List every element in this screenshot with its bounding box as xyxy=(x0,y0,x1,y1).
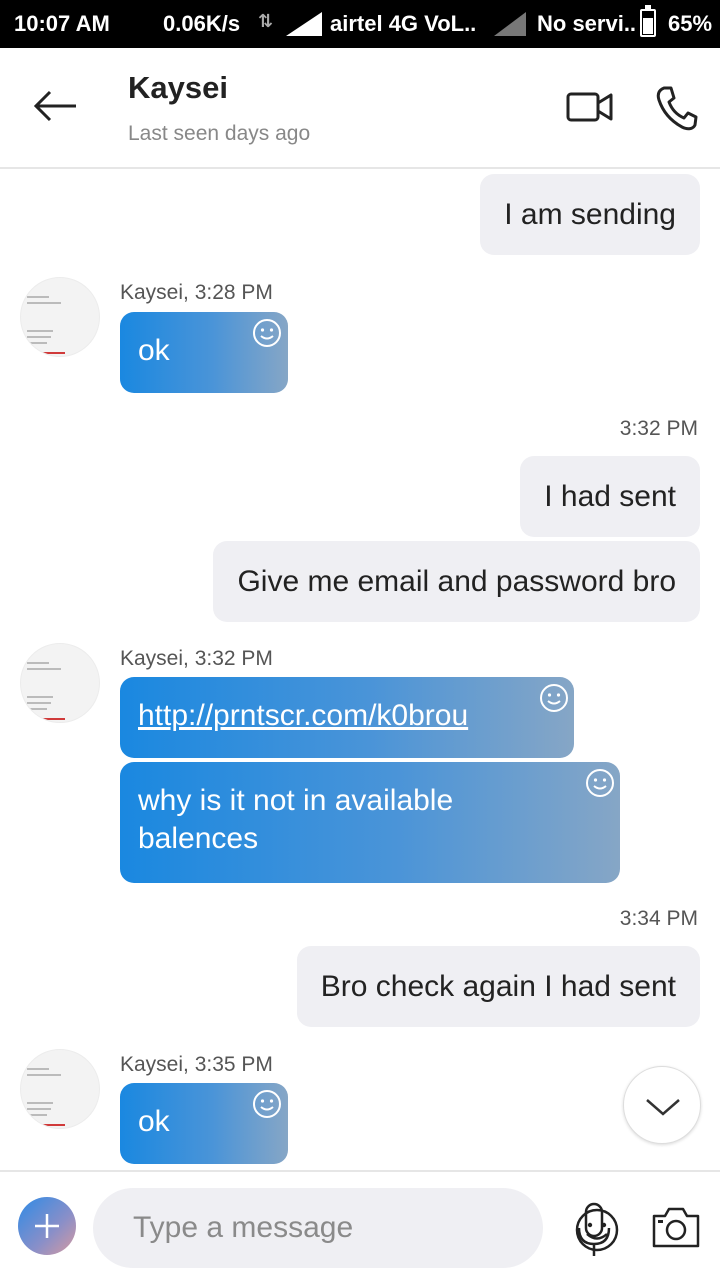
chevron-down-icon xyxy=(646,1099,680,1116)
react-smiley-icon[interactable] xyxy=(585,768,615,798)
message-text: I had sent xyxy=(544,479,676,513)
message-text-line-2: balences xyxy=(138,822,259,855)
battery-percent: 65% xyxy=(668,11,713,36)
camera-icon[interactable] xyxy=(650,1204,702,1250)
status-carrier: airtel 4G VoL.. xyxy=(330,11,477,36)
back-arrow-icon[interactable] xyxy=(30,84,80,128)
incoming-message[interactable]: ok xyxy=(120,312,288,393)
outgoing-message[interactable]: I had sent xyxy=(520,456,700,537)
message-text: Give me email and password bro xyxy=(237,564,676,598)
outgoing-message[interactable]: Bro check again I had sent xyxy=(296,946,700,1027)
plus-icon xyxy=(35,1214,59,1238)
react-smiley-icon[interactable] xyxy=(539,683,569,713)
message-text: Bro check again I had sent xyxy=(320,969,676,1003)
sender-timestamp: Kaysei, 3:28 PM xyxy=(120,281,273,304)
message-text: I am sending xyxy=(504,197,676,231)
avatar[interactable] xyxy=(20,643,100,723)
status-net-speed: 0.06K/s xyxy=(163,11,241,36)
signal-icon xyxy=(286,12,322,36)
message-time: 3:34 PM xyxy=(619,907,698,930)
message-text: ok xyxy=(138,1105,170,1138)
outgoing-message[interactable]: Give me email and password bro xyxy=(213,541,700,622)
avatar[interactable] xyxy=(20,1049,100,1129)
react-smiley-icon[interactable] xyxy=(252,318,282,348)
incoming-message[interactable]: http://prntscr.com/k0brou xyxy=(120,677,574,758)
add-attachment-button[interactable] xyxy=(18,1197,76,1255)
message-text-line-1: why is it not in available xyxy=(138,784,454,817)
scroll-to-bottom-button[interactable] xyxy=(623,1066,701,1144)
message-time: 3:32 PM xyxy=(619,417,698,440)
react-smiley-icon[interactable] xyxy=(252,1089,282,1119)
video-call-icon[interactable] xyxy=(565,88,615,128)
message-input[interactable] xyxy=(133,1206,463,1250)
status-no-service: No servi.. xyxy=(537,11,637,36)
battery-icon xyxy=(640,5,656,37)
contact-name[interactable]: Kaysei xyxy=(128,70,228,106)
data-arrows-icon: ⇅ xyxy=(258,11,274,31)
incoming-message[interactable]: why is it not in available balences xyxy=(120,762,620,883)
message-input-box[interactable] xyxy=(93,1188,619,1268)
incoming-message[interactable]: ok xyxy=(120,1083,288,1164)
sender-timestamp: Kaysei, 3:35 PM xyxy=(120,1053,273,1076)
message-list[interactable]: I am sending Kaysei, 3:28 PM ok 3:32 PM … xyxy=(0,169,720,1170)
message-text: ok xyxy=(138,334,170,367)
message-composer xyxy=(0,1170,720,1280)
status-bar: 10:07 AM 0.06K/s ⇅ airtel 4G VoL.. No se… xyxy=(0,0,720,48)
message-link[interactable]: http://prntscr.com/k0brou xyxy=(138,699,468,733)
chat-header: Kaysei Last seen days ago xyxy=(0,48,720,169)
sender-timestamp: Kaysei, 3:32 PM xyxy=(120,647,273,670)
outgoing-message[interactable]: I am sending xyxy=(480,174,700,255)
microphone-icon[interactable] xyxy=(572,1200,616,1260)
no-signal-icon xyxy=(494,12,526,36)
phone-call-icon[interactable] xyxy=(654,84,698,132)
last-seen-status: Last seen days ago xyxy=(128,122,311,145)
avatar[interactable] xyxy=(20,277,100,357)
status-time: 10:07 AM xyxy=(14,11,110,36)
